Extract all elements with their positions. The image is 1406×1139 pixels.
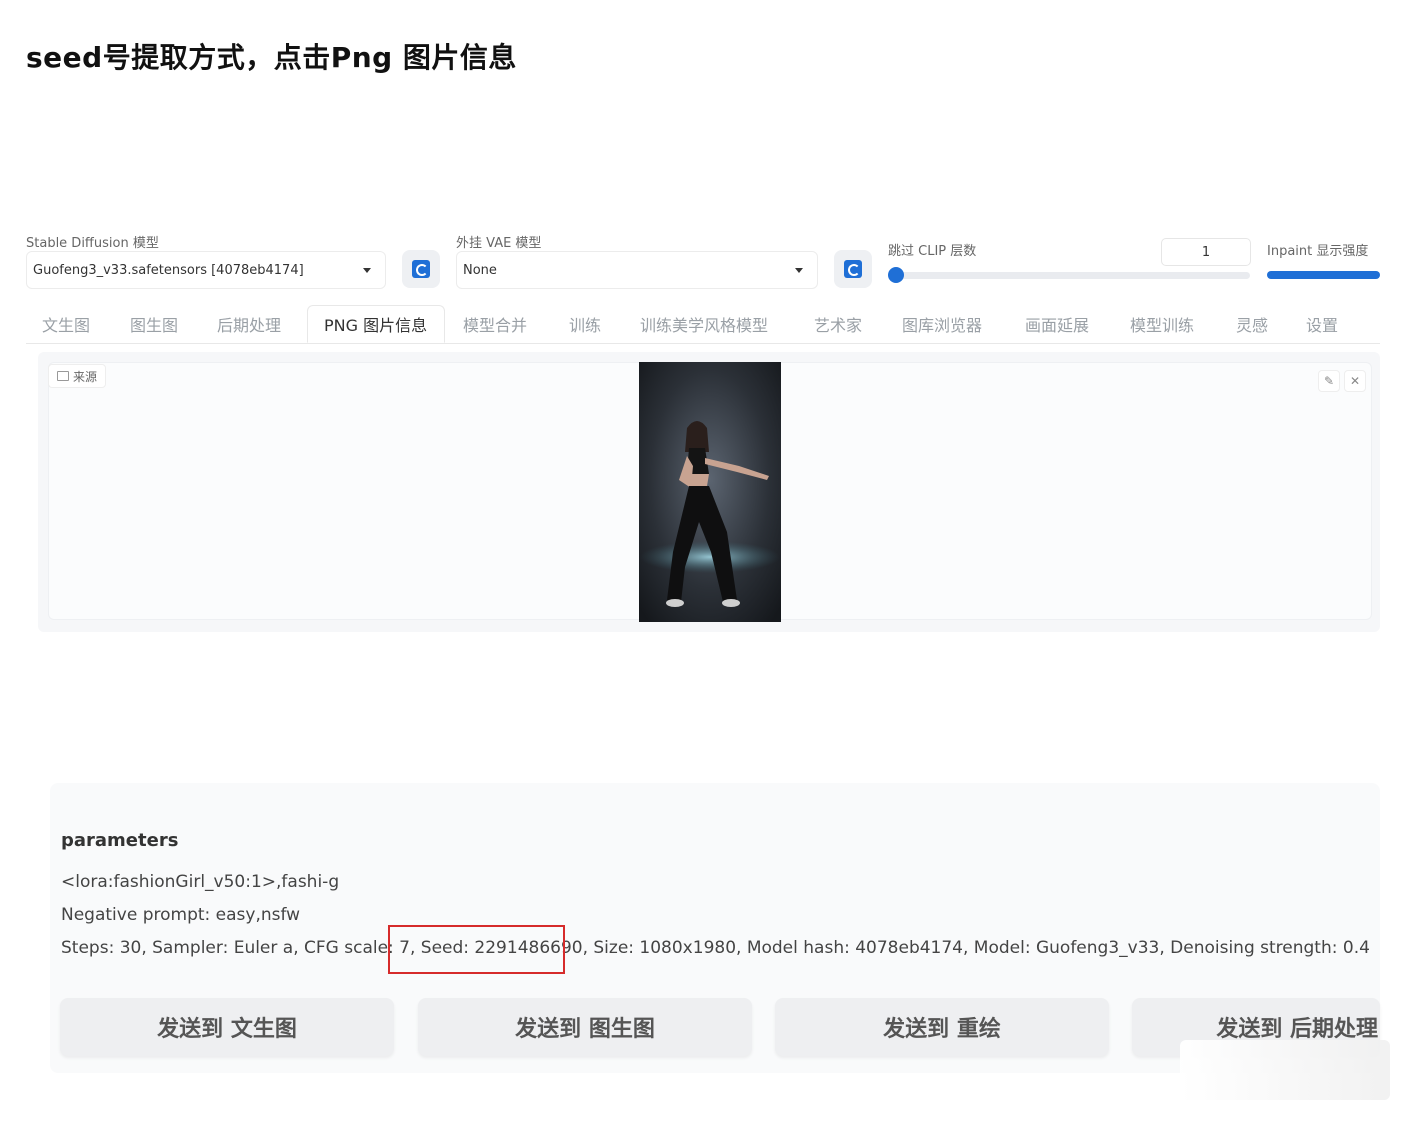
watermark bbox=[1180, 1040, 1390, 1100]
main-tabs: 文生图 图生图 后期处理 PNG 图片信息 模型合并 训练 训练美学风格模型 艺… bbox=[26, 305, 1380, 344]
tab-png-info[interactable]: PNG 图片信息 bbox=[307, 305, 445, 343]
pencil-icon: ✎ bbox=[1323, 374, 1335, 388]
params-negative-prompt: Negative prompt: easy,nsfw bbox=[61, 905, 301, 925]
vae-label: 外挂 VAE 模型 bbox=[456, 236, 542, 251]
tab-txt2img[interactable]: 文生图 bbox=[42, 305, 90, 343]
params-title: parameters bbox=[61, 830, 179, 851]
tab-model-train[interactable]: 模型训练 bbox=[1130, 305, 1194, 343]
vae-value: None bbox=[463, 262, 497, 278]
sd-model-value: Guofeng3_v33.safetensors [4078eb4174] bbox=[33, 262, 304, 278]
clip-skip-input[interactable]: 1 bbox=[1161, 238, 1251, 266]
refresh-vae-button[interactable] bbox=[834, 250, 872, 288]
tab-img2img[interactable]: 图生图 bbox=[130, 305, 178, 343]
clip-skip-slider-thumb[interactable] bbox=[888, 267, 904, 283]
edit-image-button[interactable]: ✎ bbox=[1318, 370, 1340, 392]
seed-highlight-box bbox=[388, 925, 565, 974]
source-tag: 来源 bbox=[48, 364, 107, 388]
refresh-icon bbox=[844, 260, 862, 278]
clip-skip-label: 跳过 CLIP 层数 bbox=[888, 244, 977, 259]
refresh-sd-model-button[interactable] bbox=[402, 250, 440, 288]
params-prompt: <lora:fashionGirl_v50:1>,fashi-g bbox=[61, 872, 340, 892]
clear-image-button[interactable]: ✕ bbox=[1344, 370, 1366, 392]
close-icon: ✕ bbox=[1349, 374, 1361, 388]
tab-aesthetic-train[interactable]: 训练美学风格模型 bbox=[640, 305, 768, 343]
vae-select[interactable]: None bbox=[456, 251, 818, 289]
tab-artists[interactable]: 艺术家 bbox=[814, 305, 862, 343]
params-settings: Steps: 30, Sampler: Euler a, CFG scale: … bbox=[61, 938, 1370, 958]
sd-model-label: Stable Diffusion 模型 bbox=[26, 236, 159, 251]
image-icon bbox=[57, 371, 69, 381]
tab-extras[interactable]: 后期处理 bbox=[217, 305, 281, 343]
chevron-down-icon bbox=[795, 268, 803, 273]
sd-model-select[interactable]: Guofeng3_v33.safetensors [4078eb4174] bbox=[26, 251, 386, 289]
inpaint-strength-slider[interactable] bbox=[1267, 271, 1380, 279]
inpaint-strength-label: Inpaint 显示强度 bbox=[1267, 244, 1369, 259]
clip-skip-slider[interactable] bbox=[893, 272, 1250, 279]
webui-screenshot: Stable Diffusion 模型 Guofeng3_v33.safeten… bbox=[0, 0, 1406, 1139]
chevron-down-icon bbox=[363, 268, 371, 273]
tab-outpaint[interactable]: 画面延展 bbox=[1025, 305, 1089, 343]
source-label: 来源 bbox=[73, 369, 98, 384]
tab-image-browser[interactable]: 图库浏览器 bbox=[902, 305, 982, 343]
tab-settings[interactable]: 设置 bbox=[1306, 305, 1338, 343]
tab-inspiration[interactable]: 灵感 bbox=[1236, 305, 1268, 343]
tab-train[interactable]: 训练 bbox=[569, 305, 601, 343]
send-to-txt2img-button[interactable]: 发送到 文生图 bbox=[60, 998, 394, 1056]
send-to-img2img-button[interactable]: 发送到 图生图 bbox=[418, 998, 752, 1056]
refresh-icon bbox=[412, 260, 430, 278]
uploaded-image bbox=[639, 362, 781, 622]
tab-checkpoint-merger[interactable]: 模型合并 bbox=[463, 305, 527, 343]
send-to-inpaint-button[interactable]: 发送到 重绘 bbox=[775, 998, 1109, 1056]
